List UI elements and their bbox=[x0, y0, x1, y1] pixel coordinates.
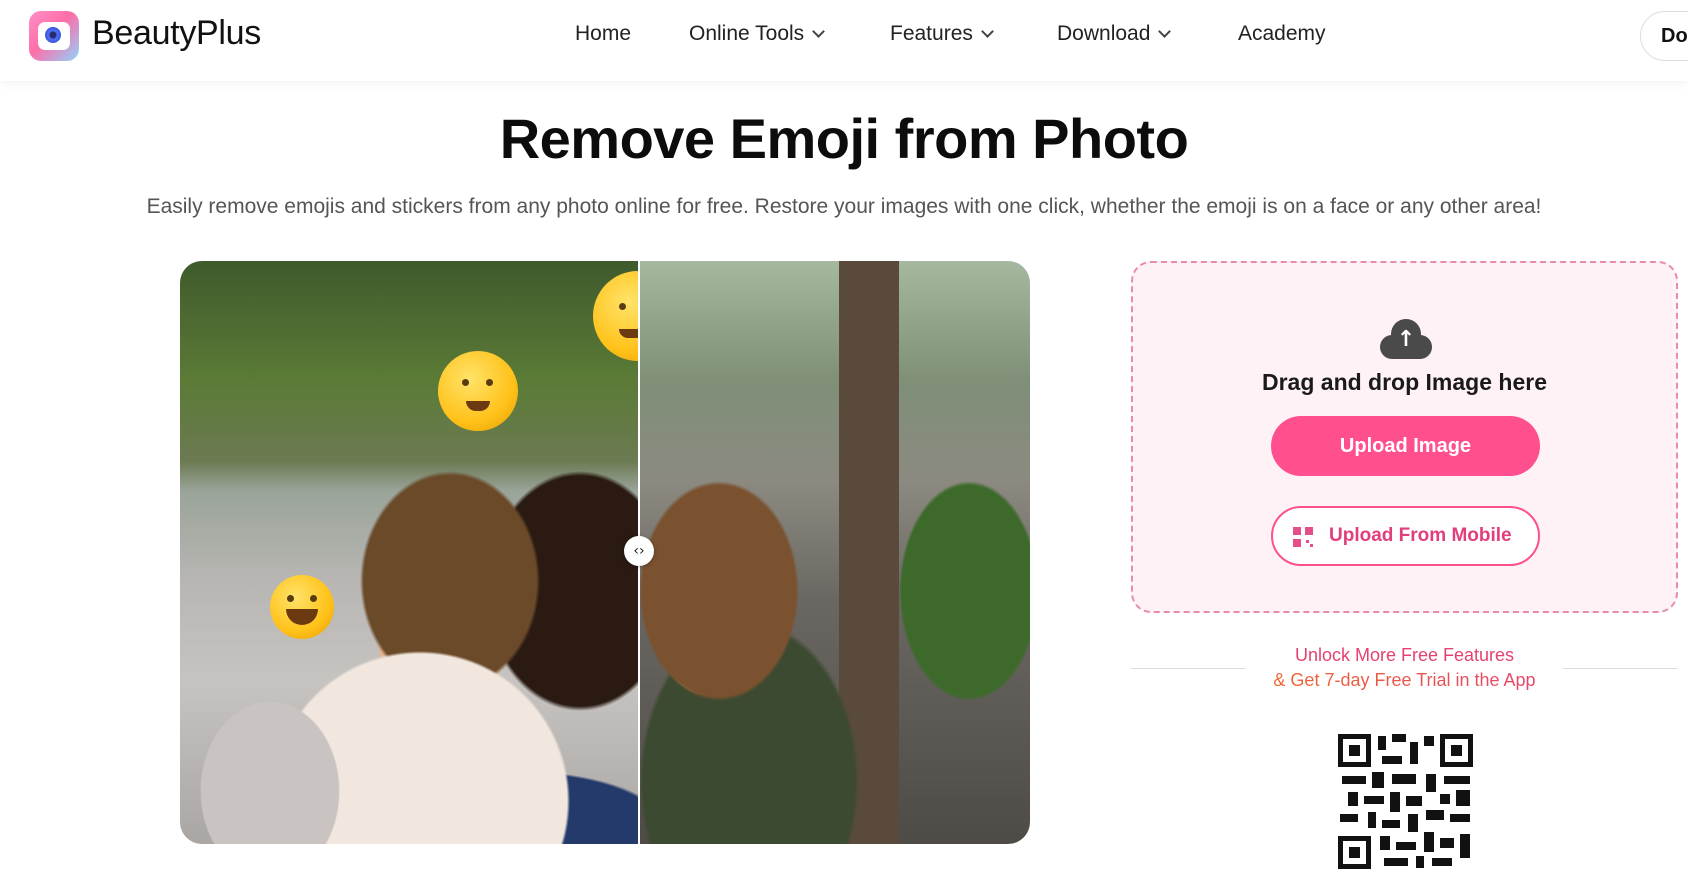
cloud-upload-icon: ↑ bbox=[1380, 319, 1432, 359]
promo-divider-left bbox=[1131, 668, 1246, 669]
promo-divider-right bbox=[1563, 668, 1678, 669]
nav-online-tools-label: Online Tools bbox=[689, 22, 805, 45]
chevron-down-icon bbox=[981, 25, 994, 38]
nav-home-label: Home bbox=[575, 22, 632, 45]
nav-download-label: Download bbox=[1057, 22, 1151, 45]
qr-code-icon bbox=[1293, 527, 1313, 547]
comparison-slider-handle[interactable]: ‹› bbox=[624, 536, 654, 566]
qr-finder-top-right bbox=[1440, 734, 1473, 767]
qr-finder-bottom-left bbox=[1338, 836, 1371, 869]
qr-finder-top-left bbox=[1338, 734, 1371, 767]
nav-academy-label: Academy bbox=[1238, 22, 1326, 45]
upload-dropzone[interactable]: ↑ Drag and drop Image here Upload Image … bbox=[1131, 261, 1678, 613]
upload-from-mobile-label: Upload From Mobile bbox=[1329, 525, 1512, 546]
before-photo-with-emojis bbox=[180, 261, 683, 844]
site-header: BeautyPlus Home Online Tools Features Do… bbox=[0, 0, 1688, 81]
chevron-down-icon bbox=[1158, 25, 1172, 38]
logo-camera-body bbox=[38, 22, 70, 50]
logo-lens bbox=[45, 27, 61, 43]
nav-academy[interactable]: Academy bbox=[1238, 22, 1326, 46]
page-title: Remove Emoji from Photo bbox=[499, 107, 1189, 170]
left-right-arrows-icon: ‹› bbox=[633, 543, 645, 559]
drag-drop-label: Drag and drop Image here bbox=[1261, 369, 1547, 395]
chevron-down-icon bbox=[812, 25, 826, 38]
header-download-button[interactable]: Do bbox=[1640, 11, 1688, 61]
promo-line-1: Unlock More Free Features bbox=[1294, 645, 1515, 665]
partying-face-emoji bbox=[438, 351, 518, 431]
upload-from-mobile-button[interactable]: Upload From Mobile bbox=[1271, 506, 1540, 566]
page-subtitle: Easily remove emojis and stickers from a… bbox=[146, 195, 1542, 218]
nav-download[interactable]: Download bbox=[1057, 22, 1172, 46]
nav-home[interactable]: Home bbox=[575, 22, 631, 46]
after-photo-emojis-removed bbox=[639, 261, 1030, 844]
beautyplus-logo-icon[interactable] bbox=[29, 11, 79, 61]
before-after-comparison: ‹› bbox=[180, 261, 1030, 844]
promo-line-2: & Get 7-day Free Trial in the App bbox=[1246, 670, 1563, 691]
nav-online-tools[interactable]: Online Tools bbox=[689, 22, 826, 46]
upload-image-button[interactable]: Upload Image bbox=[1271, 416, 1540, 476]
nav-features-label: Features bbox=[890, 22, 973, 45]
nav-features[interactable]: Features bbox=[890, 22, 994, 46]
tears-of-joy-emoji bbox=[270, 575, 334, 639]
app-download-qr-code bbox=[1338, 734, 1473, 869]
brand-name[interactable]: BeautyPlus bbox=[92, 14, 261, 53]
